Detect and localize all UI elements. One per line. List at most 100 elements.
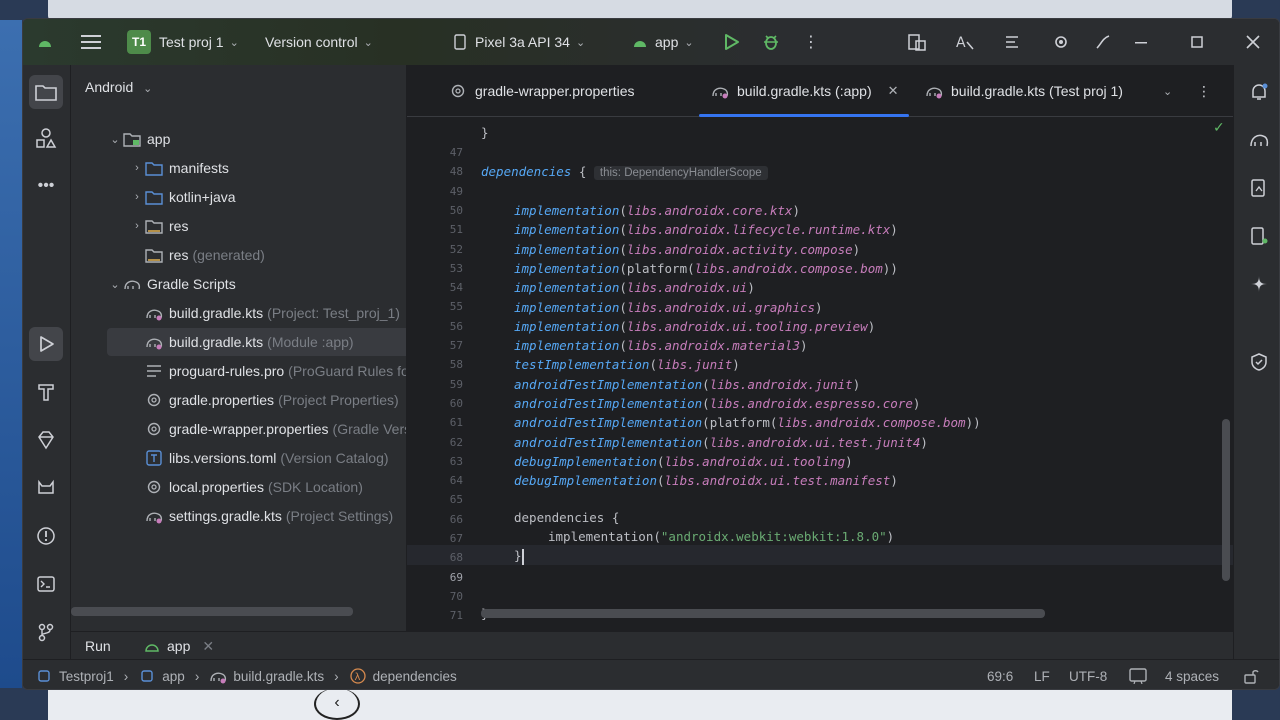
close-icon[interactable]: ✕	[888, 83, 899, 99]
dependency-line: debugImplementation(libs.androidx.ui.tes…	[514, 473, 898, 489]
settings-gear-icon[interactable]	[1049, 30, 1073, 54]
resource-manager-icon[interactable]	[29, 121, 63, 155]
project-selector[interactable]: T1 Test proj 1 ⌄	[127, 19, 239, 65]
run-icon[interactable]	[719, 30, 743, 54]
read-only-lock-icon[interactable]	[1243, 660, 1259, 689]
tree-item-settings-gradle[interactable]: settings.gradle.kts (Project Settings)	[129, 502, 393, 530]
inspection-icon[interactable]	[1129, 660, 1147, 689]
close-icon[interactable]: ✕	[202, 638, 214, 655]
text-file-icon	[145, 363, 163, 379]
run-tool-icon[interactable]	[29, 327, 63, 361]
breadcrumb-item[interactable]: build.gradle.kts	[233, 669, 324, 684]
line-number: 66	[449, 512, 463, 526]
dependency-line: androidTestImplementation(libs.androidx.…	[514, 376, 861, 392]
svg-text:A: A	[956, 35, 966, 51]
gemini-sparkle-icon[interactable]	[1246, 271, 1272, 297]
tree-item-proguard[interactable]: proguard-rules.pro (ProGuard Rules for	[129, 357, 406, 385]
file-encoding[interactable]: UTF-8	[1069, 660, 1107, 689]
device-manager-icon[interactable]	[905, 30, 929, 54]
tab-more-icon[interactable]: ⋮	[1197, 65, 1211, 117]
device-file-explorer-icon[interactable]	[1246, 175, 1272, 201]
debug-icon[interactable]	[759, 30, 783, 54]
line-number: 68	[449, 551, 463, 565]
tree-item-label: build.gradle.kts	[169, 305, 264, 321]
tree-item-label: res	[169, 218, 189, 234]
problems-icon[interactable]	[29, 519, 63, 553]
tree-item-label: local.properties	[169, 479, 264, 495]
run-config-selector[interactable]: app ⌄	[631, 19, 694, 65]
more-tools-icon[interactable]: •••	[29, 169, 63, 203]
editor-horizontal-scrollbar[interactable]	[481, 609, 1045, 618]
project-tool-icon[interactable]	[29, 75, 63, 109]
back-arrow-icon[interactable]: ‹	[314, 688, 360, 720]
main-menu-icon[interactable]	[81, 19, 101, 65]
device-selector[interactable]: Pixel 3a API 34 ⌄	[451, 19, 585, 65]
chevron-right-icon: ›	[135, 191, 139, 203]
translate-icon[interactable]: A	[953, 30, 977, 54]
terminal-icon[interactable]	[29, 567, 63, 601]
line-number: 64	[449, 474, 463, 488]
maximize-icon[interactable]	[1185, 30, 1209, 54]
project-view-selector[interactable]: Android ⌄	[85, 79, 152, 95]
tab-gradle-wrapper-properties[interactable]: gradle-wrapper.properties	[449, 65, 635, 117]
gemini-icon[interactable]	[1091, 30, 1115, 54]
tab-list-chevron-icon[interactable]: ⌄	[1157, 65, 1172, 117]
indent-setting[interactable]: 4 spaces	[1165, 660, 1219, 689]
breadcrumb-item[interactable]: dependencies	[373, 669, 457, 684]
no-problems-check-icon[interactable]: ✓	[1213, 119, 1225, 136]
logcat-icon[interactable]	[29, 471, 63, 505]
run-config-tab[interactable]: app ✕	[143, 630, 214, 662]
module-square-icon	[138, 668, 156, 684]
tree-item-gradle-scripts[interactable]: ⌄ Gradle Scripts	[107, 270, 235, 298]
tree-item-local-properties[interactable]: local.properties (SDK Location)	[129, 473, 363, 501]
caret-position[interactable]: 69:6	[987, 660, 1013, 689]
tree-item-libs-versions[interactable]: libs.versions.toml (Version Catalog)	[129, 444, 389, 472]
close-window-icon[interactable]	[1241, 30, 1265, 54]
settings-gear-icon	[145, 392, 163, 408]
gradle-tool-icon[interactable]	[1246, 127, 1272, 153]
line-number: 70	[449, 589, 463, 603]
sync-gradle-icon[interactable]	[1001, 30, 1025, 54]
dependency-line: debugImplementation(libs.androidx.ui.too…	[514, 453, 853, 469]
tree-item-gradle-wrapper-properties[interactable]: gradle-wrapper.properties (Gradle Versi	[129, 415, 406, 443]
tree-item-manifests[interactable]: › manifests	[129, 154, 229, 182]
security-shield-icon[interactable]	[1246, 349, 1272, 375]
tree-item-kotlin-java[interactable]: › kotlin+java	[129, 183, 235, 211]
tab-build-gradle-app[interactable]: build.gradle.kts (:app) ✕	[699, 65, 909, 117]
tree-item-hint: (SDK Location)	[267, 479, 363, 495]
tree-item-build-gradle-project[interactable]: build.gradle.kts (Project: Test_proj_1)	[129, 299, 400, 327]
vcs-selector[interactable]: Version control ⌄	[265, 19, 373, 65]
more-actions-icon[interactable]: ⋮	[799, 30, 823, 54]
tree-item-build-gradle-module[interactable]: build.gradle.kts (Module :app)	[107, 328, 406, 356]
running-devices-icon[interactable]	[1246, 223, 1272, 249]
run-tab[interactable]: Run	[85, 630, 111, 662]
version-control-icon[interactable]	[29, 615, 63, 649]
line-number: 52	[449, 242, 463, 256]
tree-item-app[interactable]: ⌄ app	[107, 125, 170, 153]
tree-item-gradle-properties[interactable]: gradle.properties (Project Properties)	[129, 386, 399, 414]
inlay-hint: this: DependencyHandlerScope	[593, 166, 768, 180]
line-separator[interactable]: LF	[1034, 660, 1050, 689]
tree-item-res-generated[interactable]: res (generated)	[129, 241, 265, 269]
chevron-down-icon: ⌄	[363, 36, 373, 49]
line-number: 69	[449, 570, 463, 584]
tree-item-hint: (Version Catalog)	[280, 450, 389, 466]
chevron-down-icon: ⌄	[143, 83, 153, 95]
tab-build-gradle-project[interactable]: build.gradle.kts (Test proj 1)	[925, 65, 1123, 117]
editor-vertical-scrollbar[interactable]	[1222, 419, 1230, 581]
chevron-down-icon: ⌄	[575, 36, 586, 49]
app-quality-diamond-icon[interactable]	[29, 423, 63, 457]
gradle-file-icon	[925, 82, 943, 100]
tree-item-label: app	[147, 131, 171, 147]
minimize-icon[interactable]	[1129, 30, 1153, 54]
notifications-bell-icon[interactable]	[1246, 79, 1272, 105]
settings-gear-icon	[449, 82, 467, 100]
dependency-line: implementation(libs.androidx.core.ktx)	[514, 203, 800, 218]
folder-icon	[145, 160, 163, 176]
project-horizontal-scrollbar[interactable]	[71, 607, 353, 616]
breadcrumb-item[interactable]: app	[162, 669, 185, 684]
tree-item-res[interactable]: › res	[129, 212, 188, 240]
tree-item-label: libs.versions.toml	[169, 450, 277, 466]
breadcrumb-item[interactable]: Testproj1	[59, 669, 114, 684]
build-hammer-icon[interactable]	[29, 375, 63, 409]
